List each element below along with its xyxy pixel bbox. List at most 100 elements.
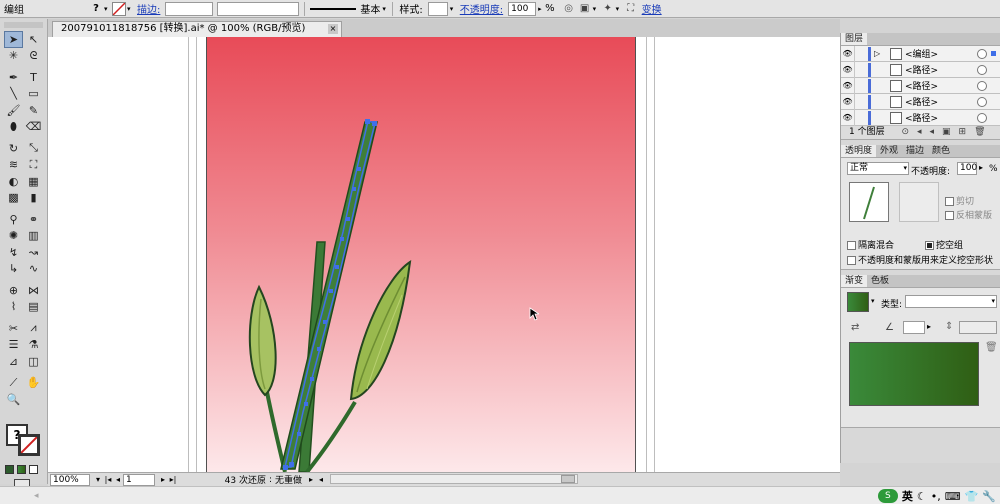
lock-cell[interactable]: [854, 61, 865, 78]
mask-thumbnail[interactable]: [899, 182, 939, 222]
stroke-link[interactable]: 描边:: [137, 1, 160, 16]
tab-gradient-panel-1[interactable]: 色板: [867, 275, 893, 287]
path-tool-d[interactable]: ∿: [24, 261, 43, 278]
knockout-group-checkbox[interactable]: 挖空组: [925, 238, 963, 251]
zoom-dropdown-icon[interactable]: ▾: [93, 475, 103, 484]
artboard-tool-b[interactable]: ⌇: [4, 299, 23, 316]
gradient-preview[interactable]: [849, 342, 979, 406]
lasso-tool[interactable]: ᘓ: [24, 48, 43, 65]
shape-builder-tool[interactable]: ◐: [4, 173, 23, 190]
color-mode-icon[interactable]: [5, 465, 14, 474]
mesh-tool[interactable]: ▩: [4, 190, 23, 207]
list-tool[interactable]: ☰: [4, 337, 23, 354]
isolate-blend-checkbox-box[interactable]: [847, 241, 856, 250]
selection-square-icon[interactable]: [991, 115, 996, 120]
visibility-eye-icon[interactable]: 👁: [841, 97, 854, 106]
recolor-artwork-icon[interactable]: ◎: [562, 2, 576, 16]
gradient-swatch-dropdown-icon[interactable]: ▾: [871, 297, 875, 305]
tab-transparency-panel-3[interactable]: 颜色: [928, 145, 954, 157]
line-tool[interactable]: ╲: [4, 86, 23, 103]
next-page-icon[interactable]: ▸: [158, 475, 168, 484]
selection-square-icon[interactable]: [991, 51, 996, 56]
target-circle-icon[interactable]: [977, 48, 987, 59]
visibility-eye-icon[interactable]: 👁: [841, 113, 854, 122]
target-tool[interactable]: ⊕: [4, 282, 23, 299]
status-menu-icon[interactable]: ▸: [306, 475, 316, 484]
input-language[interactable]: 英: [902, 488, 913, 504]
path-tool-a[interactable]: ↯: [4, 244, 23, 261]
start-icon[interactable]: ◂: [34, 491, 39, 501]
perspective-grid-tool[interactable]: ▦: [24, 173, 43, 190]
lock-cell[interactable]: [854, 93, 865, 110]
blend-mode-select[interactable]: 正常 ▾: [847, 162, 909, 175]
artboard-tool-a[interactable]: ⋈: [24, 282, 43, 299]
align-icon[interactable]: ▣: [578, 2, 592, 16]
page-field[interactable]: 1: [123, 473, 155, 486]
object-thumbnail[interactable]: [849, 182, 889, 222]
fill-dropdown-icon[interactable]: ▾: [104, 2, 111, 16]
knockout-group-checkbox-box[interactable]: [925, 241, 934, 250]
layer-name[interactable]: <路径>: [905, 111, 977, 124]
tab-transparency-panel-1[interactable]: 外观: [876, 145, 902, 157]
path-tool-b[interactable]: ↝: [24, 244, 43, 261]
visibility-eye-icon[interactable]: 👁: [841, 65, 854, 74]
isolate-dropdown-icon[interactable]: ▾: [616, 2, 623, 16]
lock-cell[interactable]: [854, 77, 865, 94]
document-tab[interactable]: 200791011818756 [转换].ai* @ 100% (RGB/预览)…: [52, 21, 342, 37]
close-tab-icon[interactable]: ×: [328, 24, 338, 34]
slice-tool[interactable]: ◫: [24, 353, 43, 370]
tab-transparency-panel-2[interactable]: 描边: [902, 145, 928, 157]
align-dropdown-icon[interactable]: ▾: [593, 2, 600, 16]
layer-name[interactable]: <路径>: [905, 95, 977, 108]
prev-page-icon[interactable]: ◂: [113, 475, 123, 484]
opacity-menu-icon[interactable]: ▸: [979, 163, 983, 172]
transform-icon[interactable]: ⛶: [624, 2, 638, 16]
gradient-tool[interactable]: ▮: [24, 190, 43, 207]
hand-tool[interactable]: ✋: [24, 375, 43, 392]
scale-tool[interactable]: ⤡: [24, 140, 43, 157]
target-circle-icon[interactable]: [977, 96, 987, 107]
lock-cell[interactable]: [854, 45, 865, 62]
keyboard-icon[interactable]: ⌨: [945, 490, 961, 503]
brush-dropdown-icon[interactable]: ▾: [382, 2, 389, 16]
stroke-weight-field[interactable]: [165, 1, 214, 16]
delete-stop-icon[interactable]: 🗑: [985, 342, 998, 353]
skin-icon[interactable]: 👕: [965, 490, 979, 503]
lily-artwork[interactable]: [207, 37, 637, 472]
layer-row[interactable]: 👁 ▷ <编组>: [841, 45, 1000, 62]
target-circle-icon[interactable]: [977, 112, 987, 123]
eraser-tool[interactable]: ⌫: [24, 119, 43, 136]
rectangle-tool[interactable]: ▭: [24, 86, 43, 103]
fill-stroke-swatches[interactable]: ?: [6, 424, 42, 456]
gradient-angle-input[interactable]: [903, 321, 925, 334]
reverse-gradient-icon[interactable]: ⇄: [851, 322, 859, 333]
punctuation-icon[interactable]: •,: [931, 490, 941, 503]
stroke-none-icon[interactable]: [112, 1, 126, 16]
blob-brush-tool[interactable]: ⬮: [4, 119, 23, 136]
free-transform-tool[interactable]: ⛶: [24, 157, 43, 174]
layer-name[interactable]: <路径>: [905, 63, 977, 76]
zoom-tool[interactable]: 🔍: [4, 391, 23, 408]
zigzag-tool[interactable]: ⩘: [24, 320, 43, 337]
horizontal-scrollbar[interactable]: [330, 474, 578, 484]
layer-name[interactable]: <编组>: [905, 47, 977, 60]
scroll-thumb[interactable]: [561, 475, 575, 483]
gradient-mode-icon[interactable]: [17, 465, 26, 474]
direct-selection-tool[interactable]: ↖: [24, 31, 43, 48]
selection-square-icon[interactable]: [991, 99, 996, 104]
measure-tool[interactable]: ⊿: [4, 353, 23, 370]
knife-tool[interactable]: ⟋: [4, 375, 23, 392]
last-page-icon[interactable]: ▸|: [168, 475, 178, 484]
isolate-group-icon[interactable]: ✦: [601, 2, 615, 16]
invert-mask-checkbox[interactable]: 反相蒙版: [945, 208, 992, 221]
type-tool[interactable]: T: [24, 69, 43, 86]
rotate-tool[interactable]: ↻: [4, 140, 23, 157]
target-circle-icon[interactable]: [977, 80, 987, 91]
selection-tool[interactable]: ➤: [4, 31, 23, 48]
style-dropdown-icon[interactable]: ▾: [450, 2, 457, 16]
pencil-tool[interactable]: ✎: [24, 102, 43, 119]
opacity-link[interactable]: 不透明度:: [460, 1, 503, 16]
opacity-input[interactable]: 100: [508, 1, 537, 16]
angle-dropdown-icon[interactable]: ▸: [927, 322, 931, 331]
opacity-dropdown-icon[interactable]: ▸: [538, 2, 545, 16]
